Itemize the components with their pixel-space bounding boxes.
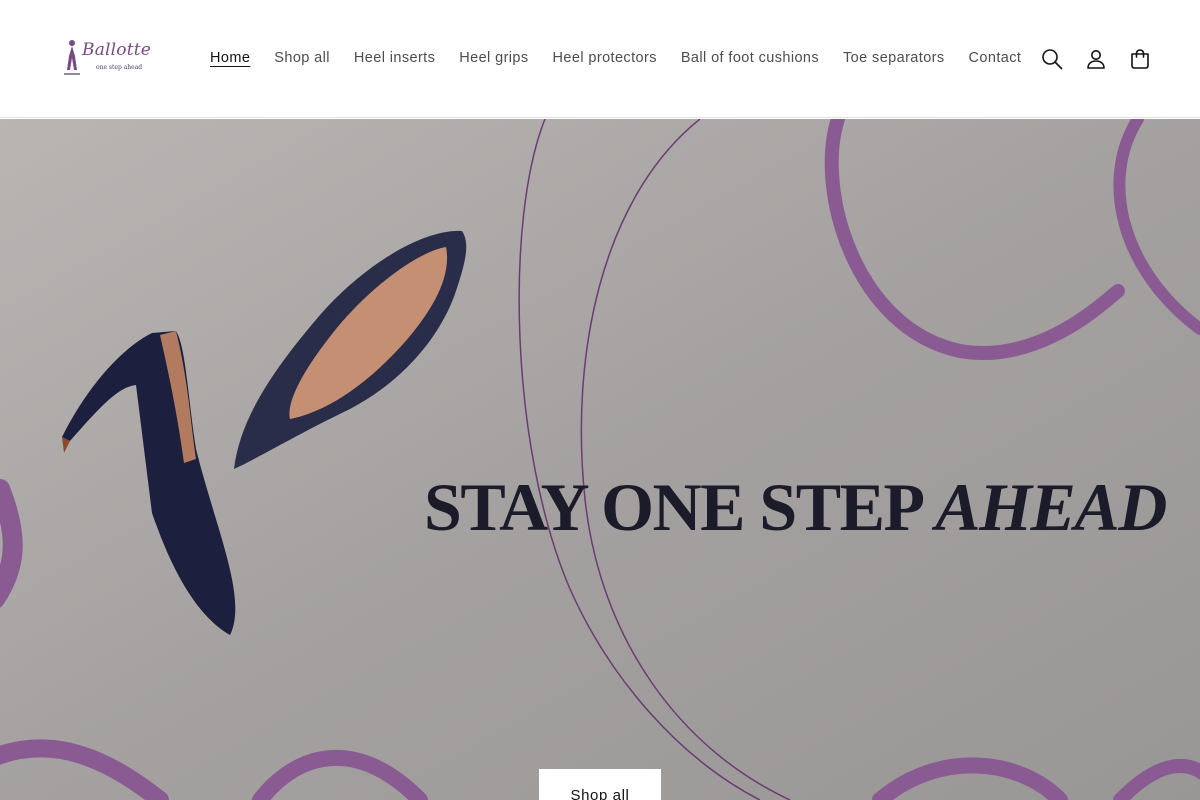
nav-item-shop-all[interactable]: Shop all — [262, 47, 342, 71]
account-button[interactable] — [1081, 44, 1111, 74]
nav-item-toe-separators[interactable]: Toe separators — [831, 47, 957, 71]
nav-item-heel-protectors[interactable]: Heel protectors — [541, 47, 669, 71]
hero-banner: STAY ONE STEP AHEAD Shop all — [0, 119, 1200, 800]
nav-item-ball-of-foot-cushions[interactable]: Ball of foot cushions — [669, 47, 831, 71]
nav-item-contact[interactable]: Contact — [957, 47, 1034, 71]
main-nav: Home Shop all Heel inserts Heel grips He… — [198, 47, 1033, 71]
site-header: Ballotte one step ahead Home Shop all He… — [0, 0, 1200, 118]
nav-item-heel-inserts[interactable]: Heel inserts — [342, 47, 447, 71]
logo[interactable]: Ballotte one step ahead — [60, 36, 160, 80]
hero-heading-em: AHEAD — [935, 469, 1167, 545]
cart-button[interactable] — [1125, 44, 1155, 74]
hero-image — [0, 119, 1200, 800]
logo-tagline: one step ahead — [96, 64, 143, 71]
nav-item-heel-grips[interactable]: Heel grips — [447, 47, 540, 71]
search-button[interactable] — [1037, 44, 1067, 74]
logo-wordmark: Ballotte — [82, 40, 152, 60]
shop-all-button[interactable]: Shop all — [539, 769, 661, 800]
search-icon — [1042, 49, 1063, 70]
hero-heading: STAY ONE STEP AHEAD — [424, 469, 1167, 545]
cart-icon — [1131, 49, 1149, 69]
hero-heading-main: STAY ONE STEP — [424, 469, 936, 545]
account-icon — [1087, 50, 1105, 69]
nav-item-home[interactable]: Home — [198, 47, 262, 71]
